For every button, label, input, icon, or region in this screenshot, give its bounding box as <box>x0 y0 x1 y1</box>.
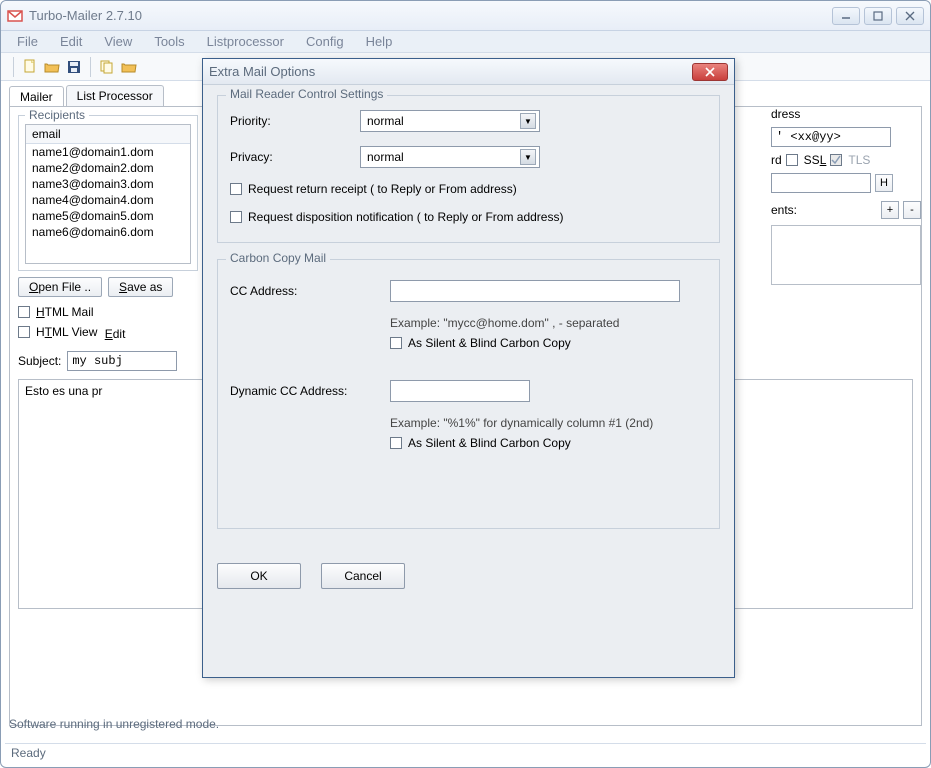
subject-input[interactable] <box>67 351 177 371</box>
menu-tools[interactable]: Tools <box>144 32 194 51</box>
extra-mail-options-dialog: Extra Mail Options Mail Reader Control S… <box>202 58 735 678</box>
list-item[interactable]: name5@domain5.dom <box>26 208 190 224</box>
list-item[interactable]: name3@domain3.dom <box>26 176 190 192</box>
h-button[interactable]: H <box>875 174 893 192</box>
save-as-button[interactable]: Save as <box>108 277 173 297</box>
recipients-list[interactable]: email name1@domain1.dom name2@domain2.do… <box>25 124 191 264</box>
list-item[interactable]: name2@domain2.dom <box>26 160 190 176</box>
window-title: Turbo-Mailer 2.7.10 <box>29 8 832 23</box>
disposition-notification-checkbox[interactable]: Request disposition notification ( to Re… <box>230 210 563 224</box>
ok-button[interactable]: OK <box>217 563 301 589</box>
recipients-header: email <box>26 125 190 144</box>
close-button[interactable] <box>896 7 924 25</box>
cc-example-text: Example: "mycc@home.dom" , - separated <box>390 316 707 330</box>
dynamic-cc-input[interactable] <box>390 380 530 402</box>
add-button[interactable]: + <box>881 201 899 219</box>
open-file-button[interactable]: OOpen File ..pen File .. <box>18 277 102 297</box>
minimize-button[interactable] <box>832 7 860 25</box>
copy-icon[interactable] <box>97 57 117 77</box>
dynamic-cc-label: Dynamic CC Address: <box>230 384 390 398</box>
open-folder-icon[interactable] <box>42 57 62 77</box>
from-input[interactable] <box>771 127 891 147</box>
unregistered-status: Software running in unregistered mode. <box>9 713 922 735</box>
list-item[interactable]: name1@domain1.dom <box>26 144 190 160</box>
menu-view[interactable]: View <box>94 32 142 51</box>
fieldset-legend: Mail Reader Control Settings <box>226 87 387 101</box>
recipients-group: Recipients email name1@domain1.dom name2… <box>18 115 198 271</box>
cc-address-label: CC Address: <box>230 284 390 298</box>
ssl-checkbox[interactable]: SSL <box>786 153 827 167</box>
privacy-label: Privacy: <box>230 150 360 164</box>
dynamic-cc-example-text: Example: "%1%" for dynamically column #1… <box>390 416 707 430</box>
menu-config[interactable]: Config <box>296 32 354 51</box>
priority-select[interactable]: normal ▼ <box>360 110 540 132</box>
dialog-title: Extra Mail Options <box>209 64 692 79</box>
list-item[interactable]: name4@domain4.dom <box>26 192 190 208</box>
menu-file[interactable]: File <box>7 32 48 51</box>
list-item[interactable]: name6@domain6.dom <box>26 224 190 240</box>
remove-button[interactable]: - <box>903 201 921 219</box>
dialog-title-bar: Extra Mail Options <box>203 59 734 85</box>
tab-mailer[interactable]: Mailer <box>9 86 64 107</box>
right-panel: dress rd SSL TLS H ents:+- <box>771 107 921 285</box>
attachments-list[interactable] <box>771 225 921 285</box>
edit-link[interactable]: Edit <box>105 327 126 341</box>
carbon-copy-fieldset: Carbon Copy Mail CC Address: Example: "m… <box>217 259 720 529</box>
app-icon <box>7 8 23 24</box>
menu-bar: File Edit View Tools Listprocessor Confi… <box>1 31 930 53</box>
tls-checkbox[interactable]: TLS <box>830 153 870 167</box>
fieldset-legend: Carbon Copy Mail <box>226 251 330 265</box>
tab-listprocessor[interactable]: List Processor <box>66 85 164 106</box>
dialog-close-button[interactable] <box>692 63 728 81</box>
maximize-button[interactable] <box>864 7 892 25</box>
privacy-select[interactable]: normal ▼ <box>360 146 540 168</box>
dress-label: dress <box>771 107 800 121</box>
menu-edit[interactable]: Edit <box>50 32 92 51</box>
return-receipt-checkbox[interactable]: Request return receipt ( to Reply or Fro… <box>230 182 517 196</box>
new-file-icon[interactable] <box>20 57 40 77</box>
save-icon[interactable] <box>64 57 84 77</box>
priority-label: Priority: <box>230 114 360 128</box>
recipients-title: Recipients <box>25 108 89 122</box>
menu-listprocessor[interactable]: Listprocessor <box>197 32 294 51</box>
mail-reader-settings-fieldset: Mail Reader Control Settings Priority: n… <box>217 95 720 243</box>
subject-label: Subject: <box>18 354 61 368</box>
title-bar: Turbo-Mailer 2.7.10 <box>1 1 930 31</box>
cc-address-input[interactable] <box>390 280 680 302</box>
cc-silent-checkbox[interactable]: As Silent & Blind Carbon Copy <box>390 336 571 350</box>
open-folder2-icon[interactable] <box>119 57 139 77</box>
status-bar: Ready <box>5 743 926 763</box>
cancel-button[interactable]: Cancel <box>321 563 405 589</box>
html-mail-checkbox[interactable]: HTML Mail <box>18 305 94 319</box>
chevron-down-icon: ▼ <box>520 149 536 165</box>
html-view-checkbox[interactable]: HTML View <box>18 325 97 339</box>
server-input[interactable] <box>771 173 871 193</box>
menu-help[interactable]: Help <box>356 32 403 51</box>
chevron-down-icon: ▼ <box>520 113 536 129</box>
dynamic-cc-silent-checkbox[interactable]: As Silent & Blind Carbon Copy <box>390 436 571 450</box>
